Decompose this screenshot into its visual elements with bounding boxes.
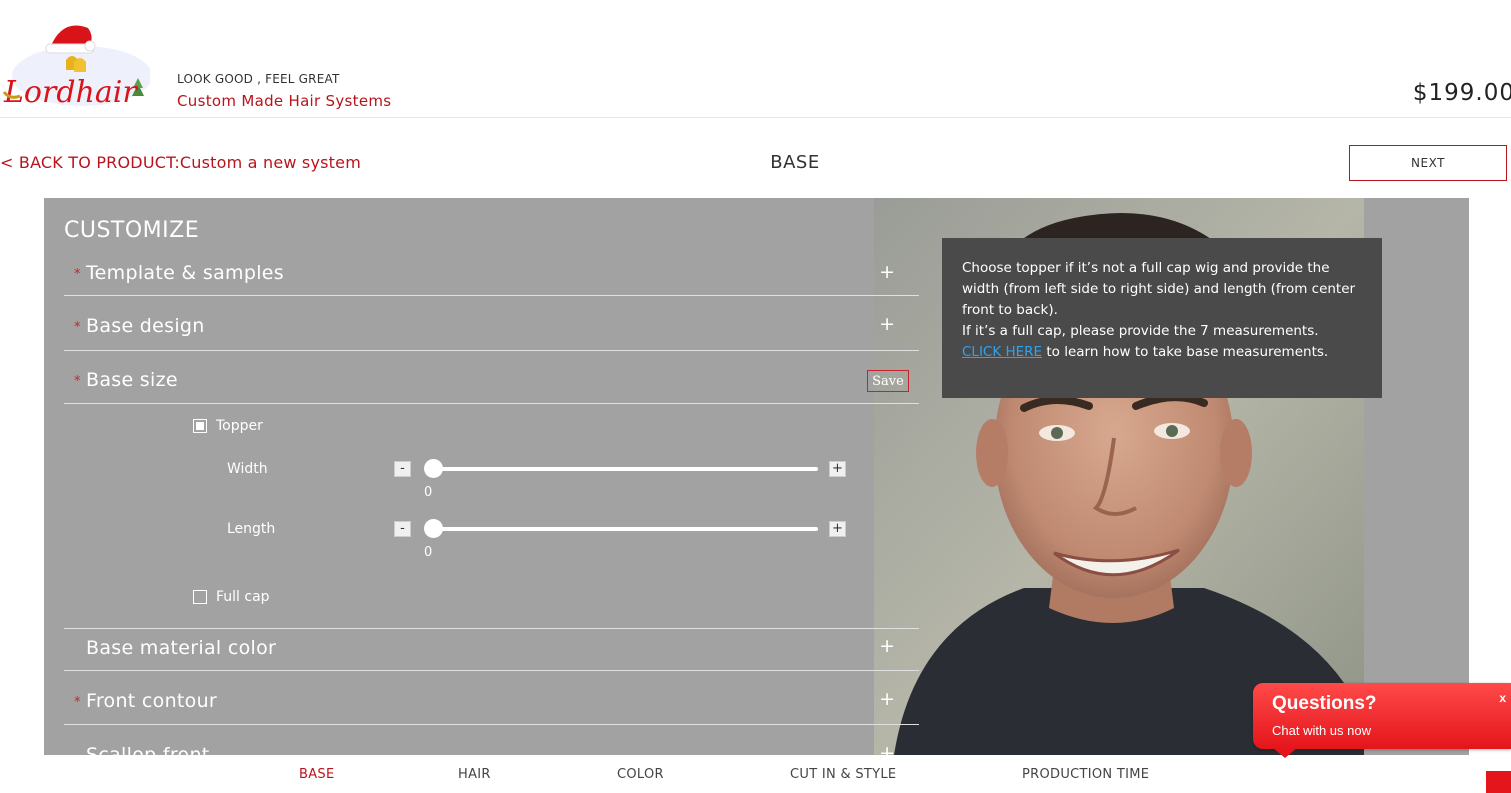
base-size-tooltip: Choose topper if it’s not a full cap wig… (942, 238, 1382, 398)
svg-text:Lordhair: Lordhair (3, 75, 138, 110)
next-button[interactable]: NEXT (1349, 145, 1507, 181)
page-title: BASE (770, 152, 820, 173)
tooltip-line: width (from left side to right side) and… (962, 281, 1356, 297)
chat-subtitle: Chat with us now (1272, 723, 1371, 738)
section-label: Scallop front (86, 744, 210, 755)
chat-widget[interactable]: Questions? Chat with us now x (1253, 683, 1511, 749)
lordhair-logo[interactable]: Lordhair (2, 14, 152, 110)
expand-plus-icon[interactable]: + (879, 313, 895, 335)
section-label: Base design (86, 315, 205, 337)
product-price: $199.00 (1412, 80, 1511, 106)
expand-plus-icon[interactable]: + (879, 742, 895, 755)
tab-color[interactable]: COLOR (617, 767, 664, 782)
save-button[interactable]: Save (867, 370, 909, 392)
chat-close-icon[interactable]: x (1499, 691, 1506, 705)
tooltip-line: If it’s a full cap, please provide the 7… (962, 323, 1319, 339)
required-marker: * (74, 267, 81, 282)
section-label: Template & samples (86, 262, 284, 284)
customize-panel: CUSTOMIZE * Template & samples + * Base … (64, 198, 919, 755)
section-front-contour[interactable]: * Front contour + (64, 671, 919, 725)
section-base-size[interactable]: * Base size (64, 351, 919, 404)
tooltip-line: CLICK HERE to learn how to take base mea… (962, 342, 1362, 363)
expand-plus-icon[interactable]: + (879, 635, 895, 657)
section-template-samples[interactable]: * Template & samples + (64, 254, 919, 296)
step-navigation: BASE HAIR COLOR CUT IN & STYLE PRODUCTIO… (0, 755, 1511, 793)
required-marker: * (74, 320, 81, 335)
tab-hair[interactable]: HAIR (458, 767, 491, 782)
section-label: Base material color (86, 637, 277, 659)
tooltip-line: Choose topper if it’s not a full cap wig… (962, 260, 1330, 276)
expand-plus-icon[interactable]: + (879, 688, 895, 710)
tooltip-line-rest: to learn how to take base measurements. (1042, 344, 1329, 360)
section-scallop-front[interactable]: Scallop front + (64, 725, 919, 755)
tooltip-line: front to back). (962, 302, 1058, 318)
section-label: Base size (86, 369, 178, 391)
brand-tagline: LOOK GOOD , FEEL GREAT (177, 72, 340, 86)
tab-base[interactable]: BASE (299, 767, 334, 782)
chat-bubble-tail (1273, 748, 1297, 758)
required-marker: * (74, 695, 81, 710)
expand-plus-icon[interactable]: + (879, 261, 895, 283)
click-here-link[interactable]: CLICK HERE (962, 344, 1042, 360)
tab-production-time[interactable]: PRODUCTION TIME (1022, 767, 1149, 782)
section-base-material-color[interactable]: Base material color + (64, 629, 919, 671)
chat-title: Questions? (1272, 693, 1377, 714)
customize-heading: CUSTOMIZE (64, 218, 200, 243)
required-marker: * (74, 374, 81, 389)
brand-subtitle: Custom Made Hair Systems (177, 92, 392, 110)
section-label: Front contour (86, 690, 218, 712)
tab-cut-in-style[interactable]: CUT IN & STYLE (790, 767, 896, 782)
section-base-design[interactable]: * Base design + (64, 296, 919, 351)
chat-minimized-tab[interactable] (1486, 771, 1511, 793)
base-size-body (64, 404, 919, 629)
site-header: Lordhair LOOK GOOD , FEEL GREAT Custom M… (0, 0, 1511, 118)
